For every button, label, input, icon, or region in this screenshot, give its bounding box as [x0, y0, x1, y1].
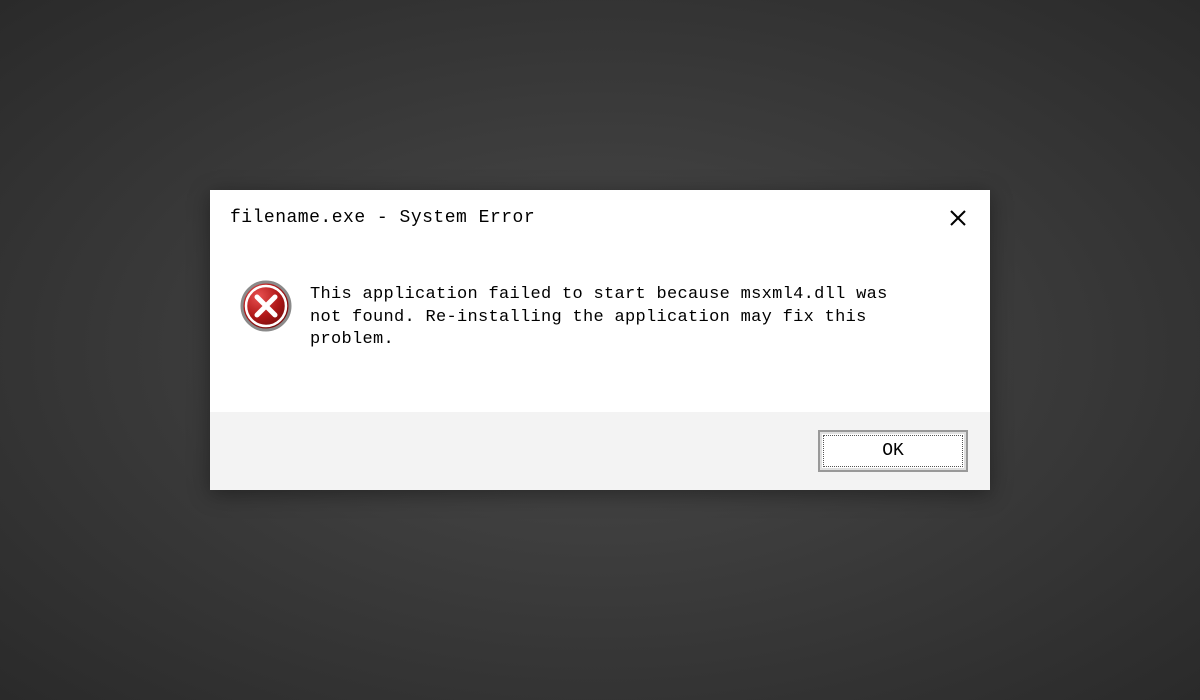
error-dialog: filename.exe - System Error	[210, 190, 990, 491]
dialog-button-area: OK	[210, 412, 990, 490]
ok-button[interactable]: OK	[818, 430, 968, 472]
dialog-body: This application failed to start because…	[210, 240, 990, 413]
error-icon	[240, 280, 292, 332]
dialog-titlebar: filename.exe - System Error	[210, 190, 990, 240]
close-icon	[948, 208, 968, 228]
dialog-message: This application failed to start because…	[310, 280, 960, 353]
dialog-title: filename.exe - System Error	[230, 208, 535, 228]
close-button[interactable]	[946, 206, 970, 230]
